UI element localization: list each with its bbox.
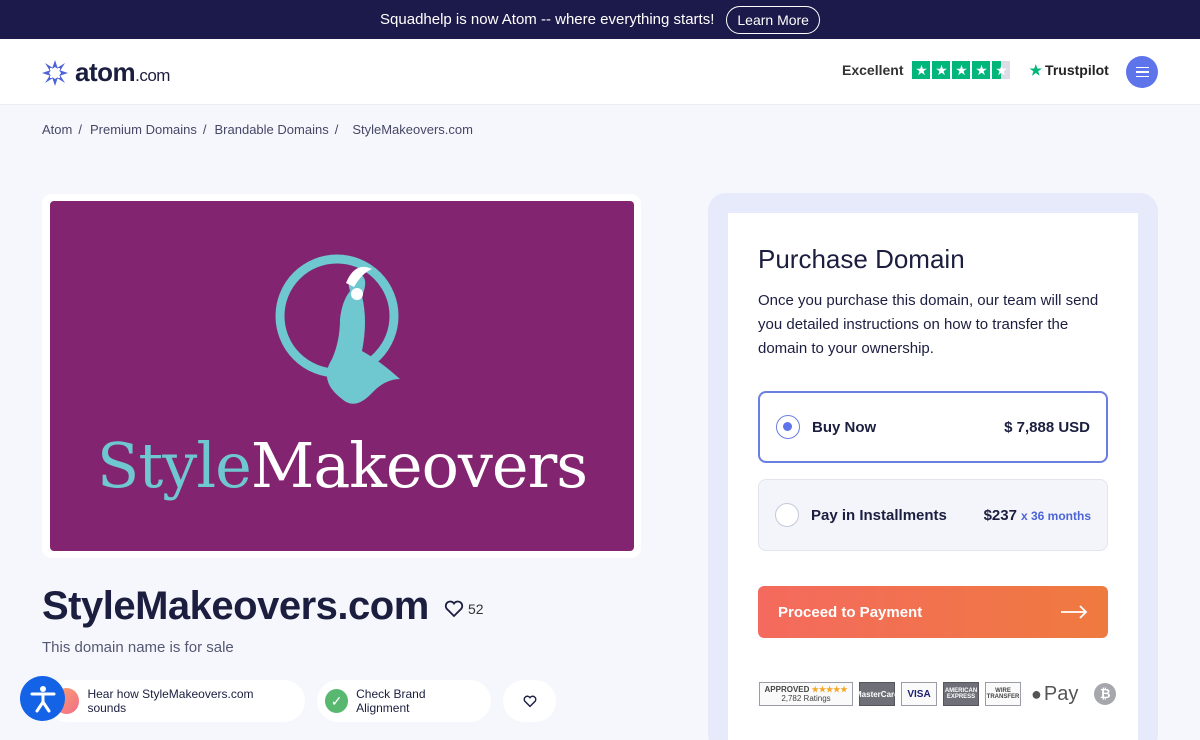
banner-text: Squadhelp is now Atom -- where everythin… xyxy=(380,11,715,28)
installments-option[interactable]: Pay in Installments $237 x 36 months xyxy=(758,479,1108,551)
arrow-right-icon xyxy=(1061,605,1088,619)
brand-wordmark: StyleMakeovers xyxy=(96,429,588,502)
installments-radio[interactable] xyxy=(775,503,799,527)
breadcrumb-current: StyleMakeovers.com xyxy=(352,122,473,137)
shopper-approved-badge: APPROVED ★★★★★ 2,782 Ratings xyxy=(759,682,853,706)
trust-label: Excellent xyxy=(842,62,904,78)
buy-now-option[interactable]: Buy Now $ 7,888 USD xyxy=(758,391,1108,463)
domain-name-title: StyleMakeovers.com xyxy=(42,584,429,628)
purchase-description: Once you purchase this domain, our team … xyxy=(758,292,1099,357)
visa-icon: VISA xyxy=(901,682,937,706)
trustpilot-rating[interactable]: Excellent ★ ★ ★ ★ ★ ★ Trustpilot xyxy=(842,61,1109,79)
installments-months: x 36 months xyxy=(1020,508,1091,523)
check-brand-alignment-label: Check Brand Alignment xyxy=(356,687,426,715)
proceed-label: Proceed to Payment xyxy=(778,603,923,621)
domain-logo-image: StyleMakeovers xyxy=(50,201,634,551)
menu-line-icon xyxy=(1135,66,1149,69)
wire-transfer-icon: WIRE TRANSFER xyxy=(985,682,1021,706)
mastercard-icon: MasterCard xyxy=(855,682,899,706)
installments-price: $237 x 36 months xyxy=(983,506,1091,524)
checkmark-icon: ✓ xyxy=(325,689,349,713)
installments-label: Pay in Installments xyxy=(811,506,947,524)
learn-more-button[interactable]: Learn More xyxy=(726,5,820,34)
breadcrumb-separator: / xyxy=(78,122,82,137)
buy-now-radio[interactable] xyxy=(776,415,800,439)
promo-banner: Squadhelp is now Atom -- where everythin… xyxy=(0,0,1200,39)
site-header: atom.com Excellent ★ ★ ★ ★ ★ ★ Trustpilot xyxy=(0,39,1200,105)
amex-icon: AMERICAN EXPRESS xyxy=(943,682,979,706)
rating-stars: ★ ★ ★ ★ ★ xyxy=(912,61,1011,79)
trustpilot-logo: ★ Trustpilot xyxy=(1029,61,1109,79)
trustpilot-star-icon: ★ xyxy=(1029,61,1043,78)
hear-pronunciation-label: Hear how StyleMakeovers.com sounds xyxy=(87,687,254,715)
proceed-to-payment-button[interactable]: Proceed to Payment xyxy=(758,586,1108,638)
buy-now-price: $ 7,888 USD xyxy=(1004,418,1090,436)
accessibility-button[interactable] xyxy=(20,676,65,721)
star-icon: ★ xyxy=(912,61,931,79)
buy-now-label: Buy Now xyxy=(812,418,877,436)
breadcrumb-separator: / xyxy=(202,122,207,137)
breadcrumb-separator: / xyxy=(334,122,339,137)
menu-line-icon xyxy=(1135,71,1149,73)
bitcoin-icon: ₿ xyxy=(1094,683,1117,705)
apple-pay-icon: ● Pay xyxy=(1031,682,1079,705)
logo-wordmark: atom.com xyxy=(75,57,170,87)
favorite-count[interactable]: 52 xyxy=(444,600,484,618)
star-icon: ★ xyxy=(932,61,951,79)
accessibility-icon xyxy=(30,685,55,712)
add-favorite-button[interactable] xyxy=(503,680,556,722)
favorite-count-value: 52 xyxy=(468,601,484,617)
purchase-title: Purchase Domain xyxy=(758,244,965,274)
heart-icon xyxy=(523,695,536,707)
for-sale-subtitle: This domain name is for sale xyxy=(42,639,234,656)
payment-methods: APPROVED ★★★★★ 2,782 Ratings MasterCard … xyxy=(759,682,1117,706)
heart-icon xyxy=(444,600,464,618)
domain-logo-card: StyleMakeovers xyxy=(42,194,641,558)
half-star-icon: ★ xyxy=(992,61,1011,79)
check-brand-alignment-button[interactable]: ✓ Check Brand Alignment xyxy=(317,680,491,722)
atom-logo[interactable]: atom.com xyxy=(41,57,170,88)
breadcrumb-atom[interactable]: Atom xyxy=(42,122,72,137)
star-icon: ★ xyxy=(952,61,971,79)
hear-pronunciation-button[interactable]: Hear how StyleMakeovers.com sounds xyxy=(46,680,305,722)
breadcrumb-brandable-domains[interactable]: Brandable Domains xyxy=(215,122,329,137)
star-icon: ★ xyxy=(972,61,991,79)
breadcrumb: Atom / Premium Domains / Brandable Domains… xyxy=(42,122,473,137)
hamburger-menu-button[interactable] xyxy=(1126,56,1158,88)
rating-stars-small-icon: ★★★★★ xyxy=(811,685,848,694)
menu-line-icon xyxy=(1135,75,1149,78)
atom-star-icon xyxy=(42,59,68,86)
breadcrumb-premium-domains[interactable]: Premium Domains xyxy=(90,122,197,137)
